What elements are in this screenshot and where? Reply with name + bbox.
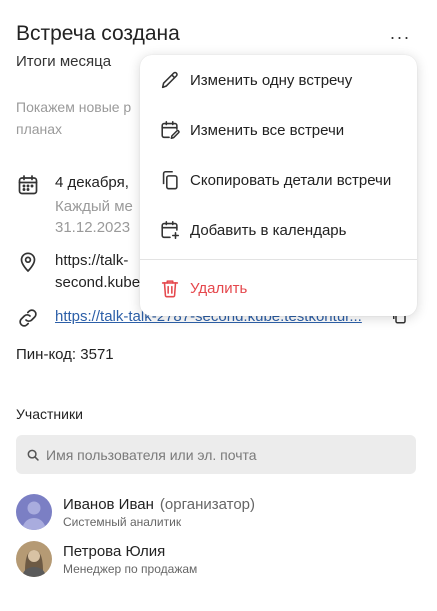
menu-item-label: Изменить одну встречу <box>190 71 353 89</box>
location-line: https://talk- <box>55 252 129 269</box>
trash-icon <box>159 277 181 299</box>
search-icon <box>26 448 40 462</box>
organizer-tag: (организатор) <box>159 495 256 513</box>
menu-item-copy-details[interactable]: Скопировать детали встречи <box>140 155 417 205</box>
link-icon <box>16 306 40 330</box>
menu-item-edit-all[interactable]: Изменить все встречи <box>140 105 417 155</box>
recurrence-end-date: 31.12.2023 <box>55 219 131 236</box>
meeting-date: 4 декабря, <box>55 174 129 191</box>
page-title: Встреча создана <box>16 22 180 45</box>
participant-item[interactable]: Петрова Юлия Менеджер по продажам <box>16 541 197 577</box>
participant-search-input[interactable]: Имя пользователя или эл. почта <box>16 435 416 474</box>
menu-item-label: Скопировать детали встречи <box>190 171 392 189</box>
recurrence-line: Каждый ме <box>55 198 133 215</box>
meeting-actions-menu: Изменить одну встречу Изменить все встре… <box>140 55 417 316</box>
meeting-recurrence: Каждый ме 31.12.2023 <box>55 196 133 238</box>
location-line: second.kube <box>55 274 141 291</box>
participant-position: Системный аналитик <box>63 514 182 529</box>
menu-item-delete[interactable]: Удалить <box>140 263 417 313</box>
meeting-location: https://talk- second.kube <box>55 250 140 294</box>
calendar-icon <box>16 173 40 197</box>
participant-name: Иванов Иван <box>63 495 154 513</box>
calendar-add-icon <box>159 219 181 241</box>
meeting-name: Итоги месяца <box>16 53 112 70</box>
menu-item-edit-one[interactable]: Изменить одну встречу <box>140 55 417 105</box>
participant-position: Менеджер по продажам <box>63 561 198 576</box>
menu-item-label: Изменить все встречи <box>190 121 345 139</box>
pencil-icon <box>159 69 181 91</box>
avatar <box>16 541 52 577</box>
menu-divider <box>140 259 417 260</box>
participant-item[interactable]: Иванов Иван (организатор) Системный анали… <box>16 494 255 530</box>
more-options-button[interactable]: ··· <box>387 24 413 50</box>
calendar-edit-icon <box>159 119 181 141</box>
search-placeholder: Имя пользователя или эл. почта <box>46 446 257 463</box>
copy-icon <box>159 169 181 191</box>
participants-heading: Участники <box>16 406 83 422</box>
avatar <box>16 494 52 530</box>
menu-item-label: Удалить <box>190 279 248 297</box>
participant-name: Петрова Юлия <box>63 542 166 560</box>
pin-code: Пин-код: 3571 <box>16 346 114 363</box>
location-pin-icon <box>16 250 40 274</box>
menu-item-label: Добавить в календарь <box>190 221 347 239</box>
menu-item-add-calendar[interactable]: Добавить в календарь <box>140 205 417 255</box>
